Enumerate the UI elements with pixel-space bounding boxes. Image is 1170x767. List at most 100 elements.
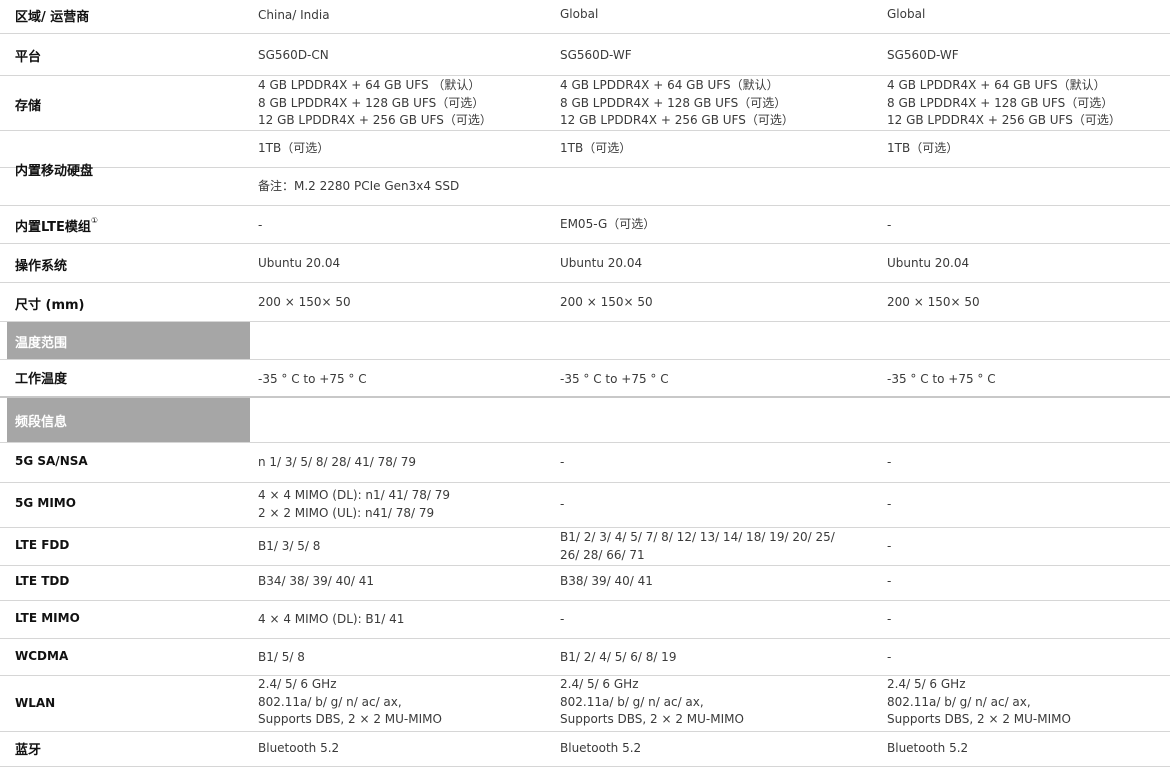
cell-line: 12 GB LPDDR4X + 256 GB UFS（可选） <box>560 113 794 127</box>
cell: 2.4/ 5/ 6 GHz 802.11a/ b/ g/ n/ ac/ ax, … <box>258 676 442 729</box>
section-row-temperature: 温度范围 <box>0 322 1170 360</box>
cell: Global <box>887 7 926 21</box>
cell: 200 × 150× 50 <box>258 295 351 309</box>
cell: SG560D-WF <box>560 48 632 62</box>
cell-line: 8 GB LPDDR4X + 128 GB UFS（可选） <box>258 95 485 110</box>
row-label: WCDMA <box>15 649 69 663</box>
cell-line: 4 GB LPDDR4X + 64 GB UFS （默认） <box>258 78 481 92</box>
cell: 2.4/ 5/ 6 GHz 802.11a/ b/ g/ n/ ac/ ax, … <box>560 676 744 729</box>
table-row-region: 区域/ 运营商 China/ India Global Global <box>0 0 1170 34</box>
label-text: 内置LTE模组 <box>15 220 91 235</box>
cell: Ubuntu 20.04 <box>258 256 341 270</box>
cell: 4 × 4 MIMO (DL): n1/ 41/ 78/ 79 2 × 2 MI… <box>258 487 450 522</box>
cell: 1TB（可选） <box>887 141 959 155</box>
cell: -35 ° C to +75 ° C <box>560 372 669 386</box>
row-label: 工作温度 <box>15 372 68 387</box>
cell: -35 ° C to +75 ° C <box>887 372 996 386</box>
cell: Global <box>560 7 599 21</box>
cell: Bluetooth 5.2 <box>258 741 340 755</box>
row-label: WLAN <box>15 696 56 710</box>
row-label: 5G SA/NSA <box>15 454 88 468</box>
cell-line: 26/ 28/ 66/ 71 <box>560 547 645 562</box>
cell-line: 802.11a/ b/ g/ n/ ac/ ax, <box>887 694 1031 709</box>
cell-line: 2.4/ 5/ 6 GHz <box>887 677 966 691</box>
cell: -35 ° C to +75 ° C <box>258 372 367 386</box>
row-label: 区域/ 运营商 <box>15 10 90 25</box>
cell: China/ India <box>258 8 330 22</box>
table-row-5g-sa-nsa: 5G SA/NSA n 1/ 3/ 5/ 8/ 28/ 41/ 78/ 79 -… <box>0 443 1170 483</box>
row-label: LTE MIMO <box>15 611 80 625</box>
table-row-bluetooth: 蓝牙 Bluetooth 5.2 Bluetooth 5.2 Bluetooth… <box>0 732 1170 767</box>
cell: SG560D-WF <box>887 48 959 62</box>
table-row-platform: 平台 SG560D-CN SG560D-WF SG560D-WF <box>0 34 1170 76</box>
cell-line: 2 × 2 MIMO (UL): n41/ 78/ 79 <box>258 505 435 520</box>
cell-line: 2.4/ 5/ 6 GHz <box>258 677 337 691</box>
cell: - <box>258 218 263 232</box>
cell: SG560D-CN <box>258 48 329 62</box>
section-header-label: 频段信息 <box>15 415 68 430</box>
cell: 4 × 4 MIMO (DL): B1/ 41 <box>258 612 405 626</box>
row-label: 平台 <box>15 50 42 65</box>
cell: - <box>887 574 892 588</box>
cell: 1TB（可选） <box>258 141 330 155</box>
cell: - <box>887 539 892 553</box>
cell: 4 GB LPDDR4X + 64 GB UFS（默认） 8 GB LPDDR4… <box>560 77 794 130</box>
table-row-disk-note: 备注：M.2 2280 PCIe Gen3x4 SSD <box>0 168 1170 206</box>
cell-line: 12 GB LPDDR4X + 256 GB UFS（可选） <box>258 113 492 127</box>
footnote-mark: ① <box>90 216 99 225</box>
cell: - <box>887 650 892 664</box>
cell: - <box>887 497 892 511</box>
table-row-disk: 1TB（可选） 1TB（可选） 1TB（可选） <box>0 131 1170 168</box>
cell: B1/ 2/ 3/ 4/ 5/ 7/ 8/ 12/ 13/ 14/ 18/ 19… <box>560 529 835 564</box>
table-row-5g-mimo: 5G MIMO 4 × 4 MIMO (DL): n1/ 41/ 78/ 79 … <box>0 483 1170 528</box>
table-row-size: 尺寸 (mm) 200 × 150× 50 200 × 150× 50 200 … <box>0 283 1170 322</box>
table-row-work-temp: 工作温度 -35 ° C to +75 ° C -35 ° C to +75 °… <box>0 360 1170 398</box>
table-row-os: 操作系统 Ubuntu 20.04 Ubuntu 20.04 Ubuntu 20… <box>0 244 1170 283</box>
cell: 4 GB LPDDR4X + 64 GB UFS （默认） 8 GB LPDDR… <box>258 77 492 130</box>
cell-line: 802.11a/ b/ g/ n/ ac/ ax, <box>258 694 402 709</box>
cell-line: 8 GB LPDDR4X + 128 GB UFS（可选） <box>887 95 1114 110</box>
table-row-lte-mimo: LTE MIMO 4 × 4 MIMO (DL): B1/ 41 - - <box>0 601 1170 639</box>
cell: 200 × 150× 50 <box>887 295 980 309</box>
cell: Ubuntu 20.04 <box>560 256 643 270</box>
row-label: 蓝牙 <box>15 743 42 758</box>
row-label: 尺寸 (mm) <box>15 298 85 313</box>
cell: - <box>887 612 892 626</box>
row-label: 内置LTE模组① <box>15 216 98 235</box>
cell: - <box>887 218 892 232</box>
cell: - <box>560 612 565 626</box>
cell: B38/ 39/ 40/ 41 <box>560 574 653 588</box>
cell-line: B1/ 2/ 3/ 4/ 5/ 7/ 8/ 12/ 13/ 14/ 18/ 19… <box>560 530 835 544</box>
table-row-lte-fdd: LTE FDD B1/ 3/ 5/ 8 B1/ 2/ 3/ 4/ 5/ 7/ 8… <box>0 528 1170 566</box>
cell: 4 GB LPDDR4X + 64 GB UFS（默认） 8 GB LPDDR4… <box>887 77 1121 130</box>
cell-line: 4 × 4 MIMO (DL): n1/ 41/ 78/ 79 <box>258 488 451 502</box>
row-label: LTE TDD <box>15 574 70 588</box>
cell: Bluetooth 5.2 <box>887 741 969 755</box>
section-row-bands: 频段信息 <box>0 398 1170 443</box>
cell: 2.4/ 5/ 6 GHz 802.11a/ b/ g/ n/ ac/ ax, … <box>887 676 1071 729</box>
cell: B1/ 2/ 4/ 5/ 6/ 8/ 19 <box>560 650 677 664</box>
row-label: 5G MIMO <box>15 496 76 510</box>
cell: - <box>560 497 565 511</box>
table-row-wcdma: WCDMA B1/ 5/ 8 B1/ 2/ 4/ 5/ 6/ 8/ 19 - <box>0 639 1170 676</box>
cell: B1/ 5/ 8 <box>258 650 305 664</box>
cell: - <box>887 455 892 469</box>
cell-line: 4 GB LPDDR4X + 64 GB UFS（默认） <box>560 78 779 92</box>
row-label: 存储 <box>15 99 42 114</box>
cell: B1/ 3/ 5/ 8 <box>258 539 321 553</box>
cell-line: 12 GB LPDDR4X + 256 GB UFS（可选） <box>887 113 1121 127</box>
disk-note: 备注：M.2 2280 PCIe Gen3x4 SSD <box>258 179 460 193</box>
table-row-wlan: WLAN 2.4/ 5/ 6 GHz 802.11a/ b/ g/ n/ ac/… <box>0 676 1170 732</box>
cell: B34/ 38/ 39/ 40/ 41 <box>258 574 375 588</box>
row-label: 操作系统 <box>15 259 68 274</box>
cell: 200 × 150× 50 <box>560 295 653 309</box>
cell: EM05-G（可选） <box>560 217 656 231</box>
cell-line: 8 GB LPDDR4X + 128 GB UFS（可选） <box>560 95 787 110</box>
table-row-storage: 存储 4 GB LPDDR4X + 64 GB UFS （默认） 8 GB LP… <box>0 76 1170 131</box>
cell: 1TB（可选） <box>560 141 632 155</box>
cell: Ubuntu 20.04 <box>887 256 970 270</box>
cell-line: 802.11a/ b/ g/ n/ ac/ ax, <box>560 694 704 709</box>
section-header-label: 温度范围 <box>15 336 68 351</box>
table-row-lte-module: 内置LTE模组① - EM05-G（可选） - <box>0 206 1170 244</box>
cell-line: 4 GB LPDDR4X + 64 GB UFS（默认） <box>887 78 1106 92</box>
